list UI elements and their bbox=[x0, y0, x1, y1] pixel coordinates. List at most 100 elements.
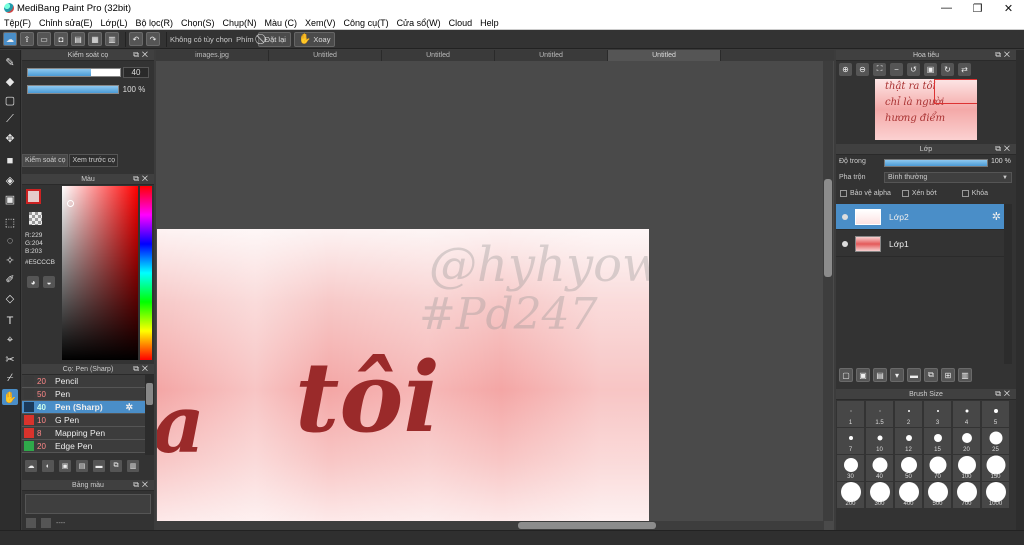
tab-document[interactable]: Untitled bbox=[269, 50, 382, 61]
close-button[interactable]: ✕ bbox=[993, 0, 1024, 16]
tab-document[interactable]: Untitled bbox=[495, 50, 608, 61]
layer-row-selected[interactable]: Lớp2 ✲ bbox=[836, 204, 1004, 230]
hue-slider[interactable] bbox=[140, 186, 152, 360]
redo-icon[interactable]: ↷ bbox=[146, 32, 160, 46]
panel-icon[interactable]: ▥ bbox=[105, 32, 119, 46]
brush-tool-icon[interactable]: ✎ bbox=[2, 54, 18, 70]
brush-opacity-slider[interactable] bbox=[27, 85, 119, 94]
cloud-download-icon[interactable]: ☁ bbox=[25, 460, 37, 472]
layer-list-scrollbar[interactable] bbox=[1004, 204, 1012, 364]
menu-help[interactable]: Help bbox=[480, 18, 499, 28]
rectangle-tool-icon[interactable]: ■ bbox=[2, 153, 18, 169]
brush-size-option[interactable]: 1 bbox=[837, 401, 864, 427]
panel-controls[interactable]: ⧉✕ bbox=[995, 389, 1013, 399]
lasso-icon[interactable]: ◌ bbox=[2, 233, 18, 249]
brush-size-option[interactable]: 50 bbox=[895, 455, 922, 481]
saturation-value-picker[interactable] bbox=[62, 186, 138, 360]
flip-icon[interactable]: ⇄ bbox=[958, 62, 971, 76]
menu-view[interactable]: Xem(V) bbox=[305, 18, 336, 28]
canvas-vertical-scrollbar[interactable] bbox=[823, 61, 833, 521]
divide-tool-icon[interactable]: ✂ bbox=[2, 351, 18, 367]
brush-size-option[interactable]: 100 bbox=[953, 455, 980, 481]
select-eraser-icon[interactable]: ◇ bbox=[2, 290, 18, 306]
brush-size-option[interactable]: 5 bbox=[982, 401, 1009, 427]
undo-icon[interactable]: ↶ bbox=[129, 32, 143, 46]
visibility-icon[interactable] bbox=[842, 240, 848, 247]
foreground-color-swatch[interactable] bbox=[26, 189, 41, 204]
rotate-right-icon[interactable]: ↻ bbox=[941, 62, 954, 76]
trash-icon[interactable]: ▥ bbox=[127, 460, 139, 472]
page-icon[interactable]: ▤ bbox=[71, 32, 85, 46]
transparent-color-swatch[interactable] bbox=[29, 212, 42, 225]
layer-opacity-slider[interactable] bbox=[884, 159, 988, 167]
new-layer-icon[interactable]: ▢ bbox=[839, 368, 853, 382]
visibility-icon[interactable] bbox=[842, 213, 848, 220]
zoom-in-icon[interactable]: ⊕ bbox=[839, 62, 852, 76]
menu-filter[interactable]: Bộ lọc(R) bbox=[135, 18, 173, 28]
select-rect-icon[interactable]: ⬚ bbox=[2, 214, 18, 230]
menu-tools[interactable]: Công cụ(T) bbox=[344, 18, 389, 28]
grid-icon[interactable]: ▦ bbox=[88, 32, 102, 46]
gradient-tool-icon[interactable]: ▣ bbox=[2, 191, 18, 207]
maximize-button[interactable]: ❐ bbox=[962, 0, 993, 16]
brush-item[interactable]: 20 Edge Pen bbox=[22, 440, 145, 453]
tab-document[interactable]: Untitled bbox=[382, 50, 495, 61]
add-layer-menu-icon[interactable]: ▾ bbox=[890, 368, 904, 382]
brush-size-option[interactable]: 3 bbox=[924, 401, 951, 427]
operation-tool-icon[interactable]: ⌖ bbox=[2, 332, 18, 348]
menu-snap[interactable]: Chụp(N) bbox=[223, 18, 257, 28]
fit-icon[interactable]: ⛶ bbox=[873, 62, 886, 76]
brush-size-option[interactable]: 700 bbox=[953, 482, 980, 508]
fill-tool-icon[interactable]: ◈ bbox=[2, 172, 18, 188]
color-picker-cursor[interactable] bbox=[67, 200, 74, 207]
tab-document[interactable]: images.jpg bbox=[156, 50, 269, 61]
menu-file[interactable]: Tệp(F) bbox=[4, 18, 31, 28]
navigator-preview[interactable]: thật ra tôi chỉ là người hương điểm bbox=[875, 79, 977, 140]
panel-controls[interactable]: ⧉✕ bbox=[995, 50, 1013, 60]
brush-size-option[interactable]: 12 bbox=[895, 428, 922, 454]
folder-icon[interactable]: ▬ bbox=[907, 368, 921, 382]
brush-settings-icon[interactable]: ◐ bbox=[42, 460, 54, 472]
viewport-frame[interactable] bbox=[934, 79, 977, 104]
dot-tool-icon[interactable]: ⟋ bbox=[2, 111, 18, 127]
brush-item[interactable]: 50 Pen bbox=[22, 388, 145, 401]
reset-button[interactable]: ⃠Đặt lại bbox=[257, 31, 291, 47]
menu-cloud[interactable]: Cloud bbox=[449, 18, 473, 28]
color-settings-icon[interactable]: ◒ bbox=[43, 276, 55, 288]
brush-item[interactable]: 10 G Pen bbox=[22, 414, 145, 427]
brush-size-option[interactable]: 1000 bbox=[982, 482, 1009, 508]
eyedropper-icon[interactable]: ⌿ bbox=[2, 370, 18, 386]
brush-size-option[interactable]: 25 bbox=[982, 428, 1009, 454]
text-tool-icon[interactable]: T bbox=[2, 313, 18, 329]
protect-alpha-checkbox[interactable]: Bảo vệ alpha bbox=[840, 190, 891, 197]
eraser-tool-icon[interactable]: ◆ bbox=[2, 73, 18, 89]
scrollbar-thumb[interactable] bbox=[518, 522, 656, 529]
menu-edit[interactable]: Chỉnh sửa(E) bbox=[39, 18, 93, 28]
palette-swatches[interactable] bbox=[25, 494, 151, 514]
select-pen-icon[interactable]: ✐ bbox=[2, 271, 18, 287]
menu-select[interactable]: Chọn(S) bbox=[181, 18, 215, 28]
canvas-horizontal-scrollbar[interactable] bbox=[156, 521, 824, 530]
trash-icon[interactable]: ▥ bbox=[958, 368, 972, 382]
move-tool-icon[interactable]: ✥ bbox=[2, 130, 18, 146]
clipping-checkbox[interactable]: Xén bớt bbox=[901, 190, 937, 197]
brush-size-option[interactable]: 1.5 bbox=[866, 401, 893, 427]
tab-brush-control[interactable]: Kiểm soát cọ bbox=[22, 154, 69, 167]
brush-item[interactable]: 8 Mapping Pen bbox=[22, 427, 145, 440]
panel-controls[interactable]: ⧉✕ bbox=[133, 480, 151, 490]
panel-controls[interactable]: ⧉✕ bbox=[995, 144, 1013, 154]
panel-controls[interactable]: ⧉✕ bbox=[133, 50, 151, 60]
blend-mode-select[interactable]: Bình thường ▼ bbox=[884, 172, 1012, 183]
scrollbar-thumb[interactable] bbox=[824, 179, 832, 277]
brush-size-option[interactable]: 7 bbox=[837, 428, 864, 454]
brush-size-option[interactable]: 15 bbox=[924, 428, 951, 454]
brush-size-slider[interactable] bbox=[27, 68, 121, 77]
brush-size-option[interactable]: 70 bbox=[924, 455, 951, 481]
brush-size-option[interactable]: 2 bbox=[895, 401, 922, 427]
copy-brush-icon[interactable]: ▤ bbox=[76, 460, 88, 472]
trash-icon[interactable] bbox=[41, 518, 51, 528]
brush-list-scrollbar[interactable] bbox=[145, 375, 154, 455]
gear-icon[interactable]: ✲ bbox=[992, 210, 1001, 223]
rotate-left-icon[interactable]: ↺ bbox=[907, 62, 920, 76]
canvas-area[interactable]: images.jpg Untitled Untitled Untitled Un… bbox=[156, 50, 834, 530]
